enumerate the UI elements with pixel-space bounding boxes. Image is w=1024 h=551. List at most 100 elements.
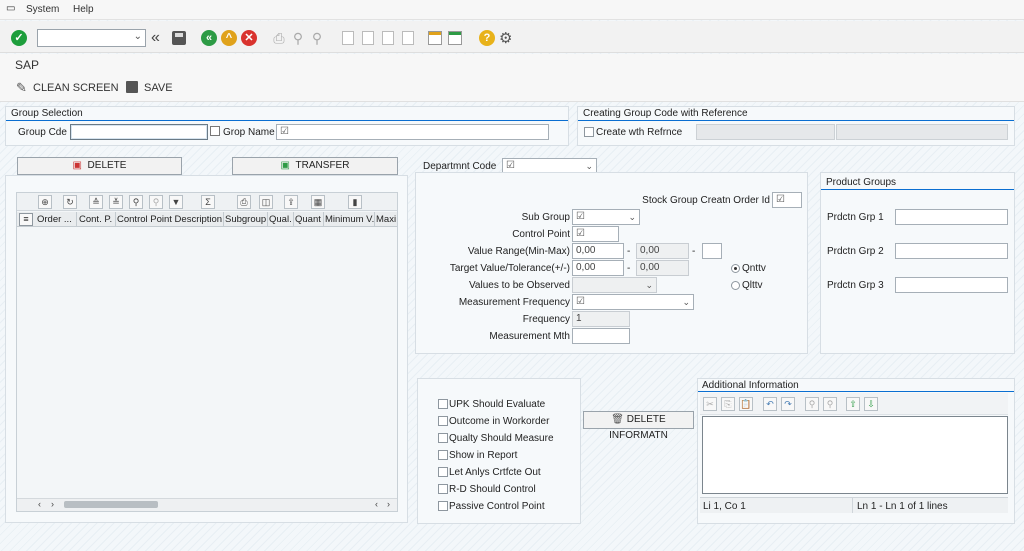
sum-icon[interactable]: Σ <box>201 195 215 209</box>
additional-information-textarea[interactable] <box>702 416 1008 494</box>
upk-checkbox[interactable] <box>438 399 448 409</box>
column-separator <box>76 212 77 227</box>
transfer-label: TRANSFER <box>295 160 350 171</box>
upload-icon[interactable]: ⇧ <box>846 397 860 411</box>
group-code-input[interactable] <box>70 124 208 140</box>
redo-icon[interactable]: ↷ <box>781 397 795 411</box>
value-range-max-input: 0,00 <box>636 243 689 259</box>
help-icon[interactable]: ? <box>479 30 495 46</box>
last-page-icon <box>402 31 414 45</box>
certificate-checkbox[interactable] <box>438 467 448 477</box>
sort-ascending-icon[interactable]: ≙ <box>89 195 103 209</box>
line-count: Ln 1 - Ln 1 of 1 lines <box>857 501 948 512</box>
column-header[interactable]: Minimum V. <box>325 214 374 225</box>
filter-icon[interactable]: ▼ <box>169 195 183 209</box>
exit-icon[interactable]: ^ <box>221 30 237 46</box>
quality-checkbox[interactable] <box>438 433 448 443</box>
stock-group-label: Stock Group Creatn Order Id <box>642 195 770 206</box>
stock-group-input[interactable]: ☑ <box>772 192 802 208</box>
chevron-down-icon: ⌄ <box>628 212 636 222</box>
menu-help[interactable]: Help <box>73 4 94 15</box>
divider <box>852 497 853 513</box>
passive-label: Passive Control Point <box>449 501 545 512</box>
value-range-min-input[interactable]: 0,00 <box>572 243 624 259</box>
export-icon[interactable]: ⇪ <box>284 195 298 209</box>
scroll-right-icon[interactable]: › <box>387 499 390 509</box>
values-observed-dropdown[interactable]: ⌄ <box>572 277 657 293</box>
dropdown-icon: ☑ <box>506 160 515 171</box>
paste-icon[interactable]: 📋 <box>739 397 753 411</box>
qualitative-label: Qlttv <box>742 280 763 291</box>
gear-icon[interactable]: ⚙ <box>499 29 512 47</box>
menu-system[interactable]: System <box>26 4 59 15</box>
column-header[interactable]: Quant <box>295 214 323 225</box>
back-icon[interactable]: « <box>201 30 217 46</box>
report-checkbox[interactable] <box>438 450 448 460</box>
quantitative-radio[interactable] <box>731 264 740 273</box>
value-range-unit-input[interactable] <box>702 243 722 259</box>
passive-checkbox[interactable] <box>438 501 448 511</box>
scroll-right-icon[interactable]: › <box>51 499 54 509</box>
refresh-icon[interactable]: ↻ <box>63 195 77 209</box>
column-separator <box>374 212 375 227</box>
undo-icon[interactable]: ↶ <box>763 397 777 411</box>
download-icon[interactable]: ⇩ <box>864 397 878 411</box>
column-header[interactable]: Cont. P. <box>79 214 115 225</box>
column-header[interactable]: Subgroup <box>225 214 267 225</box>
product-groups-title: Product Groups <box>826 177 897 188</box>
print-icon[interactable]: ⎙ <box>237 195 251 209</box>
save-button[interactable]: SAVE <box>144 82 173 94</box>
chart-icon[interactable]: ▮ <box>348 195 362 209</box>
command-field[interactable]: ⌄ <box>37 29 146 47</box>
chevron-down-icon[interactable]: ⌄ <box>134 31 142 42</box>
product-group-2-input[interactable] <box>895 243 1008 259</box>
product-group-2-label: Prdctn Grp 2 <box>827 246 884 257</box>
column-header[interactable]: Order ... <box>37 214 75 225</box>
outcome-checkbox[interactable] <box>438 416 448 426</box>
value-help-icon[interactable] <box>210 126 220 136</box>
save-icon[interactable] <box>172 31 186 45</box>
rd-checkbox[interactable] <box>438 484 448 494</box>
quantitative-label: Qnttv <box>742 263 766 274</box>
clean-screen-button[interactable]: CLEAN SCREEN <box>33 82 119 94</box>
delete-information-button[interactable]: 🗑 DELETE INFORMATN <box>583 411 694 441</box>
measurement-method-input[interactable] <box>572 328 630 344</box>
layout-icon[interactable]: ▦ <box>311 195 325 209</box>
qualitative-radio[interactable] <box>731 281 740 290</box>
measurement-frequency-label: Measurement Frequency <box>458 297 570 308</box>
transfer-button[interactable]: ▣ TRANSFER <box>232 157 398 175</box>
grid-body[interactable] <box>17 228 397 496</box>
column-header[interactable]: Qual. <box>269 214 293 225</box>
group-name-input[interactable]: ☑ <box>276 124 549 140</box>
details-icon[interactable]: ⊕ <box>38 195 52 209</box>
divider <box>6 120 568 121</box>
tolerance-input: 0,00 <box>636 260 689 276</box>
sub-group-dropdown[interactable]: ☑ ⌄ <box>572 209 640 225</box>
delete-button[interactable]: ▣ DELETE <box>17 157 182 175</box>
views-icon[interactable]: ◫ <box>259 195 273 209</box>
column-header[interactable]: Maxi <box>376 214 396 225</box>
measurement-frequency-dropdown[interactable]: ☑ ⌄ <box>572 294 694 310</box>
select-all-icon[interactable]: ≡ <box>19 213 33 226</box>
enter-icon[interactable]: ✓ <box>11 30 27 46</box>
product-group-1-input[interactable] <box>895 209 1008 225</box>
new-session-icon[interactable] <box>428 31 442 45</box>
find-icon[interactable]: ⚲ <box>129 195 143 209</box>
scroll-left-icon[interactable]: ‹ <box>375 499 378 509</box>
cancel-icon[interactable]: ✕ <box>241 30 257 46</box>
target-dash: - <box>627 263 631 274</box>
shortcut-icon[interactable] <box>448 31 462 45</box>
scrollbar-thumb[interactable] <box>64 501 158 508</box>
find-next-icon: ⚲ <box>149 195 163 209</box>
double-chevron-left-icon[interactable]: « <box>151 29 160 47</box>
product-group-3-input[interactable] <box>895 277 1008 293</box>
scroll-left-icon[interactable]: ‹ <box>38 499 41 509</box>
column-separator <box>267 212 268 227</box>
column-header[interactable]: Control Point Description <box>117 214 223 225</box>
control-point-input[interactable]: ☑ <box>572 226 619 242</box>
menu-icon[interactable]: ▭ <box>6 3 15 14</box>
dropdown-icon: ☑ <box>576 228 585 239</box>
sort-descending-icon[interactable]: ≚ <box>109 195 123 209</box>
create-with-reference-checkbox[interactable] <box>584 127 594 137</box>
target-value-input[interactable]: 0,00 <box>572 260 624 276</box>
